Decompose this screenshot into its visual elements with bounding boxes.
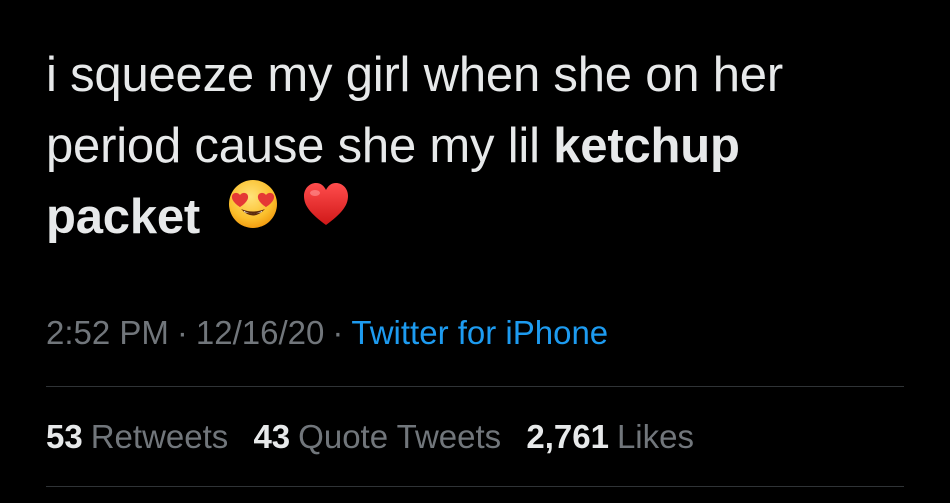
tweet-text-bold-packet: packet: [46, 190, 201, 244]
likes-stat[interactable]: 2,761 Likes: [526, 412, 694, 462]
divider: [46, 486, 904, 487]
likes-label: Likes: [616, 418, 694, 455]
tweet-date: 12/16/20: [195, 314, 325, 351]
red-heart-emoji: [301, 179, 351, 250]
quote-tweets-stat[interactable]: 43 Quote Tweets: [253, 412, 501, 462]
retweets-stat[interactable]: 53 Retweets: [46, 412, 228, 462]
tweet-text-bold-ketchup: ketchup: [553, 119, 740, 173]
retweets-label: Retweets: [90, 418, 229, 455]
divider: [46, 386, 904, 387]
likes-count: 2,761: [526, 418, 609, 455]
retweets-count: 53: [46, 418, 83, 455]
quote-tweets-label: Quote Tweets: [298, 418, 502, 455]
tweet-text-line-1: i squeeze my girl when she on her: [46, 48, 783, 102]
tweet-time: 2:52 PM: [46, 314, 169, 351]
tweet-stats: 53 Retweets 43 Quote Tweets 2,761 Likes: [46, 412, 710, 462]
meta-separator: ·: [332, 314, 344, 351]
meta-separator: ·: [176, 314, 188, 351]
tweet-source-link[interactable]: Twitter for iPhone: [351, 314, 608, 351]
tweet-text-line-2: period cause she my lil: [46, 119, 554, 173]
tweet-meta: 2:52 PM · 12/16/20 · Twitter for iPhone: [46, 308, 608, 358]
quote-tweets-count: 43: [253, 418, 291, 455]
tweet-text: i squeeze my girl when she on her period…: [46, 40, 906, 256]
heart-eyes-emoji: [227, 178, 279, 250]
